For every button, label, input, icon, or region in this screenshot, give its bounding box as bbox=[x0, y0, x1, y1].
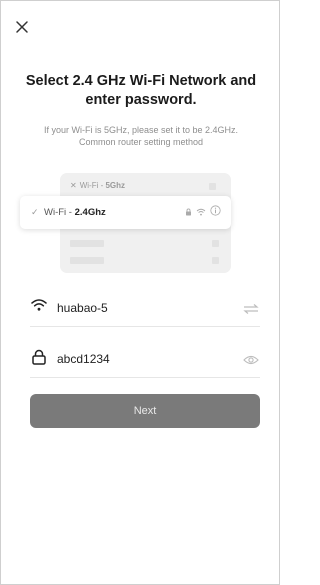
close-icon[interactable] bbox=[15, 20, 29, 34]
placeholder-bar bbox=[70, 240, 104, 247]
page-subtitle: If your Wi-Fi is 5GHz, please set it to … bbox=[43, 125, 239, 147]
page-title: Select 2.4 GHz Wi-Fi Network and enter p… bbox=[25, 73, 257, 108]
eye-icon[interactable] bbox=[243, 353, 259, 371]
placeholder-bar bbox=[70, 257, 104, 264]
next-button[interactable]: Next bbox=[30, 394, 260, 428]
lock-icon bbox=[185, 203, 192, 221]
password-field[interactable]: abcd1234 bbox=[30, 344, 260, 378]
switch-network-icon[interactable] bbox=[243, 302, 259, 320]
password-value: abcd1234 bbox=[57, 352, 110, 366]
lock-icon bbox=[31, 349, 47, 370]
wifi-name-value: huabao-5 bbox=[57, 301, 108, 315]
check-icon: ✓ bbox=[31, 207, 39, 217]
illustration-row-5ghz: ✕ Wi-Fi - 5Ghz bbox=[70, 180, 220, 192]
screen: Select 2.4 GHz Wi-Fi Network and enter p… bbox=[0, 0, 280, 585]
wifi-network-field[interactable]: huabao-5 bbox=[30, 293, 260, 327]
info-icon bbox=[210, 203, 221, 221]
placeholder-square bbox=[209, 183, 216, 190]
placeholder-square bbox=[212, 240, 219, 247]
illustration-row-24ghz: ✓ Wi-Fi - 2.4Ghz bbox=[20, 196, 231, 229]
close-icon: ✕ bbox=[70, 181, 77, 190]
wifi-icon bbox=[196, 203, 206, 221]
placeholder-square bbox=[212, 257, 219, 264]
wifi-icon bbox=[31, 298, 47, 317]
